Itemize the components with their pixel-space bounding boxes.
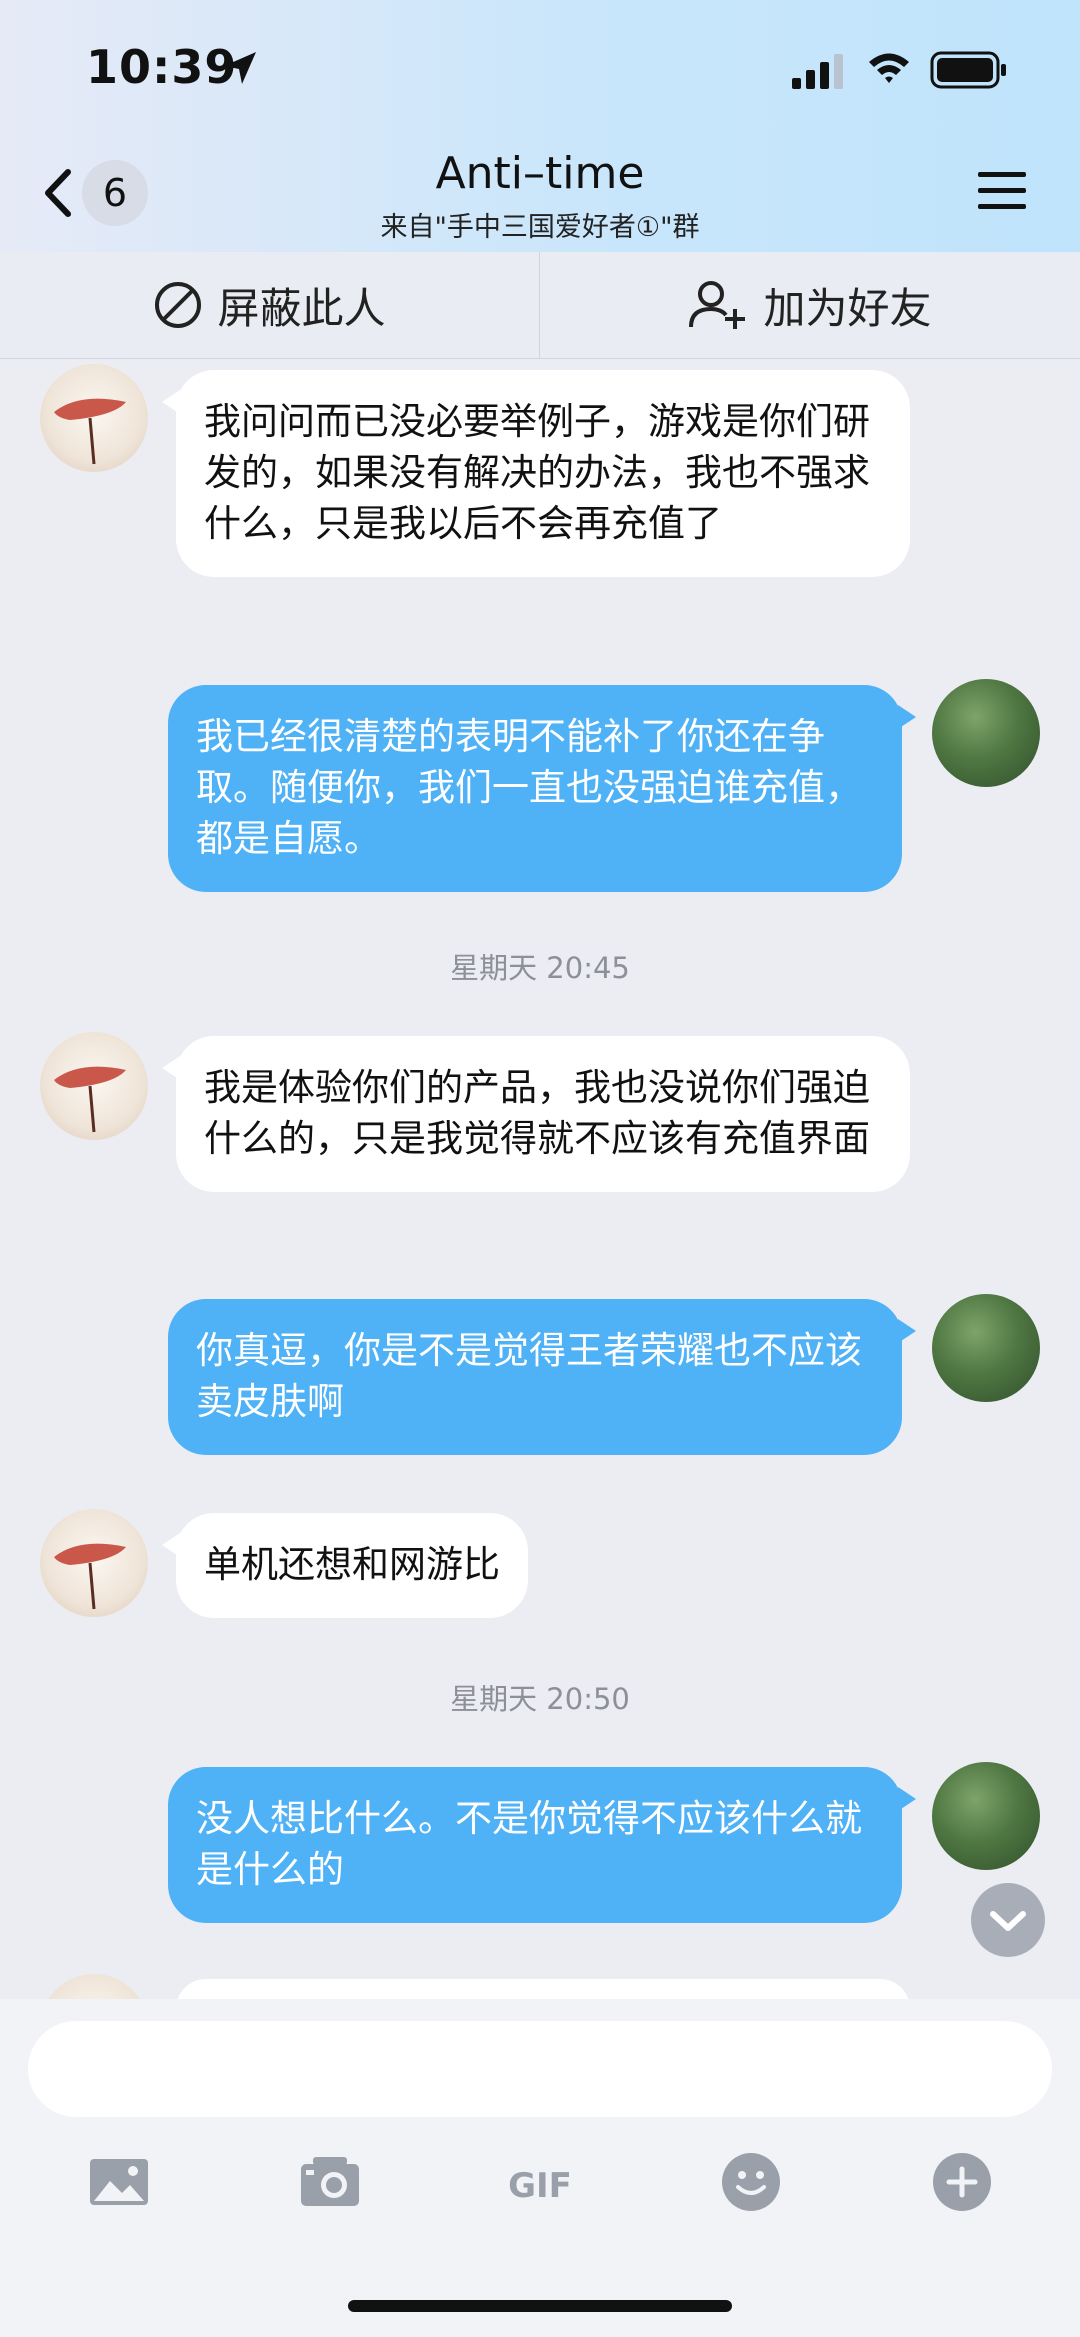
cellular-signal-icon <box>792 54 843 89</box>
block-icon <box>155 282 202 328</box>
more-button[interactable] <box>927 2147 997 2217</box>
emoji-button[interactable] <box>716 2147 786 2217</box>
location-arrow-icon <box>224 52 256 84</box>
chat-header: 10:39 6 Anti–time 来自"手中三国爱好者①"群 <box>0 0 1080 252</box>
block-user-label: 屏蔽此人 <box>217 283 386 333</box>
my-avatar[interactable] <box>932 679 1040 787</box>
add-friend-icon <box>689 281 746 329</box>
message-bubble-outgoing[interactable]: 没人想比什么。不是你觉得不应该什么就是什么的 <box>168 1767 916 1923</box>
message-bubble-outgoing[interactable]: 我已经很清楚的表明不能补了你还在争取。随便你，我们一直也没强迫谁充值，都是自愿。 <box>168 685 916 892</box>
my-avatar[interactable] <box>932 1294 1040 1402</box>
block-user-button[interactable]: 屏蔽此人 <box>0 252 540 358</box>
chat-message-list[interactable]: 我问问而已没必要举例子，游戏是你们研发的，如果没有解决的办法，我也不强求什么，只… <box>0 359 1080 1999</box>
gif-label: GIF <box>509 2166 571 2206</box>
message-bubble-incoming[interactable]: 我问问而已没必要举例子，游戏是你们研发的，如果没有解决的办法，我也不强求什么，只… <box>162 370 910 577</box>
image-icon <box>90 2159 148 2205</box>
message-bubble-incoming[interactable]: 我是体验你们的产品，我也没说你们强迫什么的，只是我觉得就不应该有充值界面 <box>162 1036 910 1192</box>
add-friend-button[interactable]: 加为好友 <box>540 252 1079 358</box>
battery-icon <box>930 51 1006 89</box>
contact-avatar[interactable] <box>40 364 148 472</box>
my-avatar[interactable] <box>932 1762 1040 1870</box>
composer: GIF <box>0 1999 1080 2337</box>
scroll-to-bottom-button[interactable] <box>971 1883 1045 1957</box>
camera-icon <box>301 2157 359 2206</box>
wifi-icon <box>869 53 909 83</box>
smiley-icon <box>722 2153 780 2211</box>
lotus-leaf-icon <box>54 1066 126 1133</box>
status-time: 10:39 <box>86 40 238 94</box>
message-timestamp: 星期天 20:45 <box>450 951 630 985</box>
message-timestamp: 星期天 20:50 <box>450 1682 630 1716</box>
lotus-leaf-icon <box>54 1543 126 1610</box>
home-indicator <box>348 2300 732 2312</box>
chevron-down-icon <box>990 1911 1026 1931</box>
message-input[interactable] <box>28 2021 1052 2117</box>
message-bubble-incoming[interactable] <box>176 1979 910 1999</box>
message-bubble-outgoing[interactable]: 你真逗，你是不是觉得王者荣耀也不应该卖皮肤啊 <box>168 1299 916 1455</box>
chat-subtitle: 来自"手中三国爱好者①"群 <box>380 212 700 243</box>
contact-avatar[interactable] <box>40 1032 148 1140</box>
add-friend-label: 加为好友 <box>763 283 932 333</box>
menu-icon[interactable] <box>976 166 1028 216</box>
contact-avatar[interactable] <box>40 1509 148 1617</box>
plus-circle-icon <box>933 2153 991 2211</box>
gif-button[interactable]: GIF <box>505 2147 575 2217</box>
lotus-leaf-icon <box>54 398 126 465</box>
stranger-action-bar: 屏蔽此人 加为好友 <box>0 252 1080 359</box>
gif-icon: GIF <box>509 2166 571 2206</box>
photo-button[interactable] <box>84 2147 154 2217</box>
contact-avatar[interactable] <box>40 1974 148 1999</box>
camera-button[interactable] <box>295 2147 365 2217</box>
message-bubble-incoming[interactable]: 单机还想和网游比 <box>162 1513 528 1618</box>
chat-title: Anti–time <box>435 148 645 199</box>
